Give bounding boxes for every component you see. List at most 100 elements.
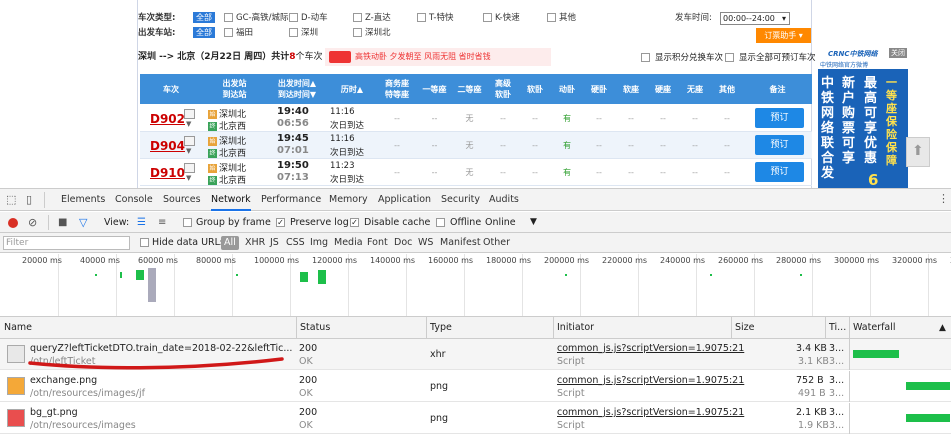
col-first: 一等座: [422, 84, 447, 94]
other-checkbox[interactable]: [547, 13, 556, 22]
train-number[interactable]: D910: [150, 166, 185, 180]
all-stations-button[interactable]: 全部: [193, 27, 215, 38]
request-name[interactable]: bg_gt.png: [30, 406, 292, 419]
train-info-icon[interactable]: [184, 136, 195, 146]
seat-cell: --: [532, 114, 538, 123]
tab-console[interactable]: Console: [115, 189, 153, 211]
promo-text: 高铁动卧 夕发朝至 风雨无阻 省时省钱: [355, 52, 491, 61]
network-overview[interactable]: 20000 ms 40000 ms 60000 ms 80000 ms 100000 m…: [0, 254, 951, 317]
type-other[interactable]: Other: [483, 233, 510, 253]
d-checkbox[interactable]: [289, 13, 298, 22]
type-all[interactable]: All: [221, 236, 239, 250]
type-css[interactable]: CSS: [286, 233, 305, 253]
all-bookable-checkbox[interactable]: [725, 53, 734, 62]
overview-icon[interactable]: ≡: [158, 212, 166, 233]
train-number[interactable]: D904: [150, 139, 185, 153]
chevron-down-icon[interactable]: ▼: [186, 147, 191, 155]
disable-cache-checkbox[interactable]: ✓: [350, 218, 359, 227]
preserve-log-checkbox[interactable]: ✓: [276, 218, 285, 227]
tab-application[interactable]: Application: [378, 189, 431, 211]
promo-banner[interactable]: 高铁动卧 夕发朝至 风雨无阻 省时省钱: [325, 48, 551, 66]
request-initiator[interactable]: common_js.js?scriptVersion=1.9075:21: [557, 342, 744, 355]
gc-checkbox[interactable]: [224, 13, 233, 22]
book-button[interactable]: 预订: [755, 162, 804, 182]
integral-checkbox[interactable]: [641, 53, 650, 62]
chevron-down-icon[interactable]: ▼: [186, 174, 191, 182]
type-xhr[interactable]: XHR: [245, 233, 265, 253]
chevron-down-icon[interactable]: ▼: [186, 120, 191, 128]
tab-sources[interactable]: Sources: [163, 189, 201, 211]
tab-network[interactable]: Network: [211, 189, 251, 211]
k-checkbox[interactable]: [483, 13, 492, 22]
inspect-icon[interactable]: ⬚: [6, 193, 16, 206]
col-size[interactable]: Size: [731, 317, 755, 338]
type-manifest[interactable]: Manifest: [440, 233, 481, 253]
z-checkbox[interactable]: [353, 13, 362, 22]
offline-checkbox[interactable]: [436, 218, 445, 227]
more-icon[interactable]: ⋮: [938, 192, 949, 205]
side-ad-close-button[interactable]: 关闭: [889, 48, 907, 58]
request-initiator[interactable]: common_js.js?scriptVersion=1.9075:21: [557, 374, 744, 387]
filter-input[interactable]: Filter: [3, 236, 130, 250]
hide-data-urls-checkbox[interactable]: [140, 238, 149, 247]
ticket-helper-button[interactable]: 订票助手 ▾: [756, 28, 811, 43]
image-file-icon: [7, 409, 25, 427]
tab-performance[interactable]: Performance: [261, 189, 321, 211]
tab-memory[interactable]: Memory: [329, 189, 368, 211]
col-initiator[interactable]: Initiator: [553, 317, 594, 338]
tab-security[interactable]: Security: [441, 189, 480, 211]
col-divider: [849, 403, 850, 434]
train-table-header: 车次 出发站 到达站 出发时间▲ 到达时间▼ 历时▲ 商务座 特等座 一等座 二…: [140, 74, 812, 104]
clear-icon[interactable]: ⊘: [28, 212, 37, 233]
large-rows-icon[interactable]: ☰: [137, 212, 146, 233]
col-type[interactable]: Type: [426, 317, 452, 338]
book-button[interactable]: 预订: [755, 108, 804, 128]
col-times[interactable]: 出发时间▲ 到达时间▼: [267, 74, 327, 104]
departure-time-select[interactable]: 00:00--24:00 ▾: [720, 12, 790, 25]
request-initiator[interactable]: common_js.js?scriptVersion=1.9075:21: [557, 406, 744, 419]
side-advertisement[interactable]: CRNC中铁网络 关闭 中铁网络官方微博 中铁网络联合发 新户购票可享 最高可享…: [818, 48, 908, 188]
type-media[interactable]: Media: [334, 233, 363, 253]
arrival-time: 07:13: [277, 172, 309, 183]
all-bookable-label: 显示全部可预订车次: [739, 53, 816, 63]
train-number[interactable]: D902: [150, 112, 185, 126]
type-doc[interactable]: Doc: [394, 233, 412, 253]
futian-checkbox[interactable]: [224, 28, 233, 37]
throttling-select[interactable]: Online: [485, 212, 516, 233]
request-row[interactable]: bg_gt.png/otn/resources/images 200 OK png co…: [0, 403, 951, 434]
col-duration[interactable]: 历时▲: [327, 74, 377, 104]
all-train-types-button[interactable]: 全部: [193, 12, 215, 23]
book-button[interactable]: 预订: [755, 135, 804, 155]
shenzhenbei-checkbox[interactable]: [353, 28, 362, 37]
timeline-tick: 200000 ms: [544, 256, 590, 265]
chevron-down-icon[interactable]: ▼: [530, 212, 537, 233]
type-ws[interactable]: WS: [418, 233, 433, 253]
type-font[interactable]: Font: [367, 233, 388, 253]
arrow-up-icon: ⬆: [912, 143, 924, 159]
record-icon[interactable]: [8, 218, 18, 228]
route-text: 深圳 --> 北京（2月22日 周四）共计: [138, 52, 290, 62]
col-waterfall[interactable]: Waterfall: [849, 317, 896, 338]
shenzhen-checkbox[interactable]: [289, 28, 298, 37]
train-info-icon[interactable]: [184, 109, 195, 119]
camera-icon[interactable]: ■: [58, 212, 67, 233]
tab-audits[interactable]: Audits: [489, 189, 519, 211]
type-img[interactable]: Img: [310, 233, 328, 253]
col-time[interactable]: Ti...: [825, 317, 846, 338]
seat-cell: --: [596, 114, 602, 123]
t-checkbox[interactable]: [417, 13, 426, 22]
col-train-no[interactable]: 车次: [140, 74, 202, 104]
seat-cell: --: [431, 114, 438, 123]
tab-elements[interactable]: Elements: [61, 189, 105, 211]
col-name[interactable]: Name: [0, 317, 32, 338]
type-js[interactable]: JS: [270, 233, 279, 253]
col-second: 二等座: [457, 84, 482, 94]
device-toggle-icon[interactable]: ▯: [26, 193, 32, 206]
col-status[interactable]: Status: [296, 317, 330, 338]
group-by-frame-checkbox[interactable]: [183, 218, 192, 227]
filter-icon[interactable]: ▽: [79, 212, 87, 233]
request-table-header: Name Status Type Initiator Size Ti... Wa…: [0, 317, 951, 339]
seat-cell: --: [692, 114, 698, 123]
scroll-top-button[interactable]: ⬆: [906, 137, 930, 167]
train-info-icon[interactable]: [184, 163, 195, 173]
